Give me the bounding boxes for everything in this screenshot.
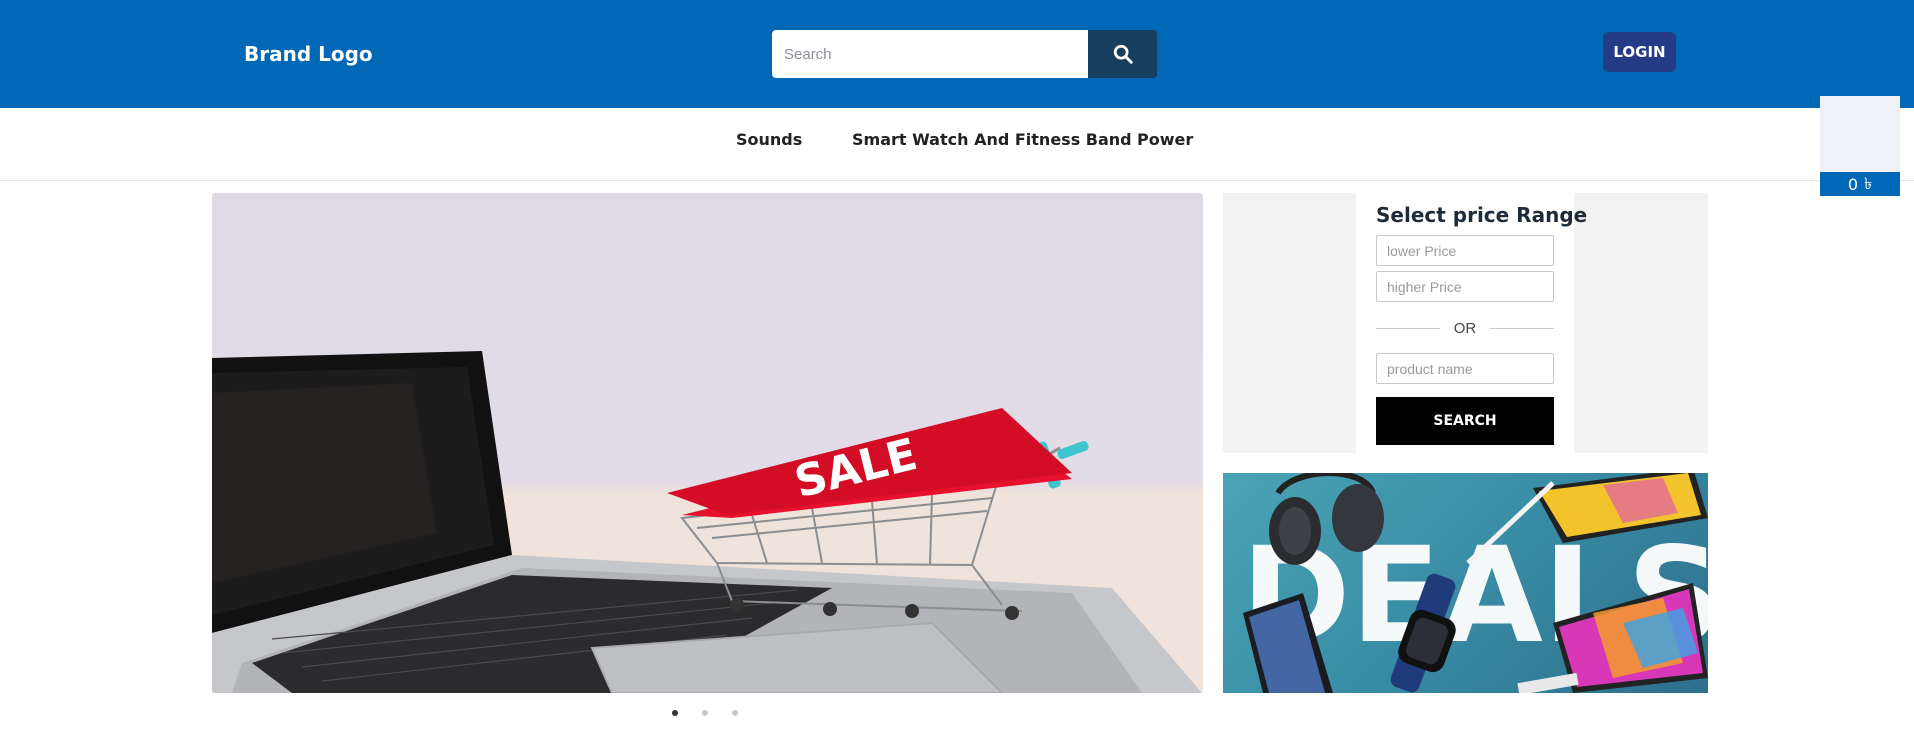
filter-search-button[interactable]: SEARCH <box>1376 397 1554 445</box>
filter-title: Select price Range <box>1376 203 1588 227</box>
deals-banner[interactable]: DEALS <box>1223 473 1708 693</box>
or-label: OR <box>1453 319 1477 337</box>
nav-item-power[interactable]: Power <box>1137 130 1193 149</box>
header-search <box>772 30 1157 78</box>
taka-icon: ৳ <box>1864 173 1873 193</box>
sale-illustration: SALE <box>212 351 1203 693</box>
search-icon <box>1113 44 1133 64</box>
floating-cart[interactable]: 0 ৳ <box>1820 96 1900 196</box>
carousel-dot-1[interactable] <box>672 710 678 716</box>
product-name-input[interactable] <box>1376 353 1554 384</box>
carousel-dots <box>672 710 738 716</box>
carousel-dot-2[interactable] <box>702 710 708 716</box>
hero-banner[interactable]: SALE <box>212 193 1203 693</box>
divider-line-right <box>1490 327 1554 329</box>
category-nav: Sounds Smart Watch And Fitness Band Powe… <box>0 108 1914 181</box>
lower-price-input[interactable] <box>1376 235 1554 266</box>
site-header: Brand Logo LOGIN <box>0 0 1914 108</box>
nav-item-smart-watch[interactable]: Smart Watch And Fitness Band <box>852 130 1132 149</box>
search-button[interactable] <box>1088 30 1157 78</box>
price-filter-panel: Select price Range OR SEARCH <box>1223 193 1708 453</box>
higher-price-input[interactable] <box>1376 271 1554 302</box>
search-input[interactable] <box>772 30 1088 78</box>
carousel-dot-3[interactable] <box>732 710 738 716</box>
deals-illustration: DEALS <box>1241 473 1708 693</box>
divider-line-left <box>1376 327 1440 329</box>
or-divider: OR <box>1376 307 1554 349</box>
nav-item-sounds[interactable]: Sounds <box>736 130 802 149</box>
cart-count: 0 <box>1847 174 1859 194</box>
login-button[interactable]: LOGIN <box>1603 32 1676 72</box>
brand-logo[interactable]: Brand Logo <box>244 42 373 66</box>
price-filter-form: Select price Range OR SEARCH <box>1356 193 1588 453</box>
cart-total-bar: 0 ৳ <box>1820 172 1900 196</box>
